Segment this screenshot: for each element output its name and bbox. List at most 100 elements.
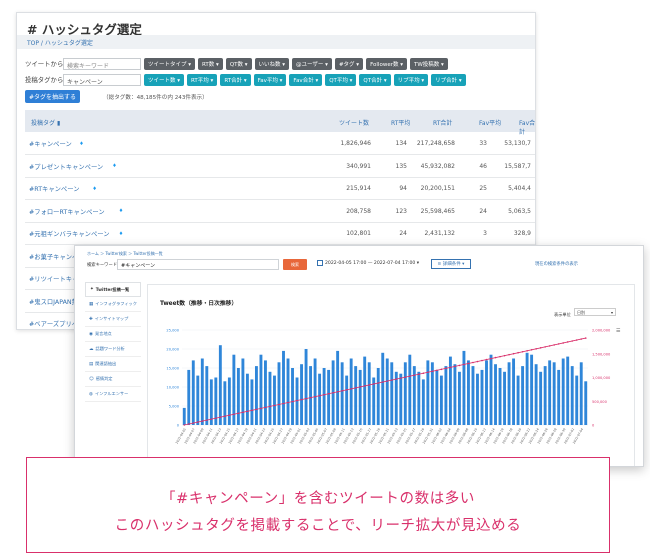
tag-filter-button[interactable]: Fav合計 ▾: [289, 73, 323, 86]
tag-link[interactable]: #元祖ギンバラキャンペーン: [29, 229, 110, 238]
tweet-filter-button[interactable]: いいね数 ▾: [254, 57, 290, 70]
tag-filter-button[interactable]: QT合計 ▾: [359, 73, 391, 86]
tweet-filter-button[interactable]: RT数 ▾: [198, 57, 223, 70]
cumulative-point: [264, 406, 267, 409]
trash-icon[interactable]: ▮: [57, 120, 60, 127]
tag-filter-button[interactable]: ツイート数 ▾: [144, 73, 185, 86]
cumulative-point: [341, 390, 343, 392]
bar: [227, 377, 231, 425]
tag-filter-button[interactable]: QT平均 ▾: [325, 73, 357, 86]
tweet-keyword-input[interactable]: 検索キーワード: [63, 57, 141, 70]
sidebar-item[interactable]: ☁ 話題ワード分析: [85, 342, 141, 357]
cell-rt-avg: 135: [395, 162, 407, 170]
cumulative-point: [318, 394, 321, 397]
sidebar-item[interactable]: ▦ インフォグラフィック: [85, 297, 141, 312]
keyword-input[interactable]: #キャンペーン: [117, 259, 279, 270]
tag-filter-button[interactable]: リプ合計 ▾: [431, 73, 466, 86]
cumulative-point: [350, 388, 352, 390]
y-left-tick-label: 25,000: [166, 329, 179, 333]
cumulative-point: [553, 344, 555, 346]
tag-filter-button[interactable]: Fav平均 ▾: [253, 73, 287, 86]
tag-link[interactable]: #キャンペーン: [29, 139, 72, 148]
header-tweets[interactable]: ツイート数: [339, 118, 369, 127]
extract-tags-button[interactable]: #タグを抽出する: [25, 90, 81, 103]
sidebar-item[interactable]: ✦ Twitter投稿一覧: [85, 282, 141, 297]
tag-link[interactable]: #RTキャンペーン: [29, 184, 80, 193]
sidebar-item[interactable]: ◍ インフルエンサー: [85, 387, 141, 402]
bar: [417, 371, 421, 425]
tweet-filter-button[interactable]: #タグ ▾: [334, 57, 364, 70]
twitter-icon[interactable]: ♦: [119, 231, 123, 237]
calendar-icon[interactable]: [317, 260, 323, 266]
cumulative-point: [359, 386, 361, 388]
detail-conditions-button[interactable]: ≡ 詳細条件 ▾: [431, 259, 471, 269]
tag-keyword-input[interactable]: キャンペーン: [63, 73, 141, 86]
emotion-icon: ☺: [89, 376, 94, 382]
cumulative-point: [562, 342, 564, 344]
word-cloud-icon: ☁: [89, 346, 94, 352]
tweet-count-chart: 25,000 20,000 15,000 10,000 5,000 0 2,000,000 1…: [166, 329, 611, 464]
tweet-filter-button[interactable]: QT数 ▾: [225, 57, 252, 70]
tweet-filter-row: ツイートから 検索キーワード ツイートタイプ ▾ RT数 ▾ QT数 ▾ いいね数 ▾…: [25, 57, 451, 70]
tag-link[interactable]: #プレゼントキャンペーン: [29, 162, 103, 171]
cumulative-point: [305, 397, 307, 400]
cumulative-point: [354, 387, 357, 389]
y-left-tick-label: 15,000: [166, 367, 179, 371]
tag-filter-button[interactable]: リプ平均 ▾: [393, 73, 429, 86]
cumulative-point: [345, 389, 348, 391]
cumulative-point: [282, 402, 285, 405]
cumulative-point: [187, 423, 190, 425]
bar: [376, 368, 380, 425]
tag-filter-button[interactable]: RT合計 ▾: [220, 73, 251, 86]
twitter-icon[interactable]: ♦: [92, 186, 96, 192]
tweet-filter-button[interactable]: ツイートタイプ ▾: [144, 57, 196, 70]
tweet-filter-button[interactable]: @ユーザー ▾: [292, 57, 332, 70]
header-tag[interactable]: 投稿タグ ▮: [31, 118, 60, 127]
bar: [286, 358, 290, 425]
caption-line-1: 「#キャンペーン」を含むツイートの数は多い: [160, 491, 476, 507]
table-row: #元祖ギンバラキャンペーン ♦ 102,801 24 2,431,132 3 328,9: [25, 223, 535, 245]
bar: [385, 358, 389, 425]
cumulative-point: [440, 368, 443, 371]
date-range-select[interactable]: 2022-04-05 17:00 — 2022-07-04 17:00 ▾: [325, 261, 419, 266]
bar: [525, 352, 529, 425]
cumulative-point: [251, 409, 253, 412]
tag-link[interactable]: #お菓子キャンペ: [29, 252, 78, 261]
header-rt-avg[interactable]: RT平均: [391, 118, 410, 127]
cumulative-point: [418, 373, 420, 376]
tag-link[interactable]: #フォローRTキャンペーン: [29, 207, 105, 216]
cumulative-point: [381, 381, 384, 383]
header-rt-sum[interactable]: RT合計: [433, 118, 452, 127]
sidebar-item[interactable]: ✚ インサイトマップ: [85, 312, 141, 327]
sidebar-item[interactable]: ◉ 発言地点: [85, 327, 141, 342]
twitter-icon[interactable]: ♦: [79, 141, 83, 147]
tweet-filter-button[interactable]: Follower数 ▾: [366, 57, 407, 70]
bar: [340, 362, 344, 425]
show-conditions-link[interactable]: 現在の検索条件の表示: [535, 261, 578, 267]
front-breadcrumb[interactable]: ホーム ＞ Twitter検索 ＞ Twitter投稿一覧: [87, 251, 163, 257]
cell-tweets: 340,991: [346, 162, 371, 170]
bar: [579, 362, 583, 425]
sidebar-item[interactable]: ☺ 感情判定: [85, 372, 141, 387]
tweet-filter-button[interactable]: TW投稿数 ▾: [409, 57, 448, 70]
cell-fav-avg: 46: [479, 162, 487, 170]
cumulative-point: [224, 415, 226, 418]
twitter-icon[interactable]: ♦: [119, 208, 123, 214]
breadcrumb[interactable]: TOP / ハッシュタグ選定: [17, 35, 535, 49]
influencer-icon: ◍: [89, 391, 93, 397]
cumulative-point: [584, 337, 587, 339]
cumulative-point: [494, 356, 497, 359]
header-fav-avg[interactable]: Fav平均: [479, 118, 501, 127]
tag-filter-button[interactable]: RT平均 ▾: [187, 73, 218, 86]
y-left-tick-label: 5,000: [169, 405, 180, 409]
bar: [467, 360, 470, 425]
tweet-filter-label: ツイートから: [25, 60, 64, 68]
bar: [345, 375, 349, 425]
sidebar-item-label: インフォグラフィック: [95, 301, 137, 306]
cumulative-point: [269, 405, 271, 408]
twitter-icon[interactable]: ♦: [112, 163, 116, 169]
sidebar-item[interactable]: ▤ 関連語抽出: [85, 357, 141, 372]
cumulative-point: [215, 417, 217, 419]
tag-link[interactable]: #鬼スロJAPAN禁: [29, 297, 78, 306]
search-button[interactable]: 検索: [283, 259, 307, 270]
